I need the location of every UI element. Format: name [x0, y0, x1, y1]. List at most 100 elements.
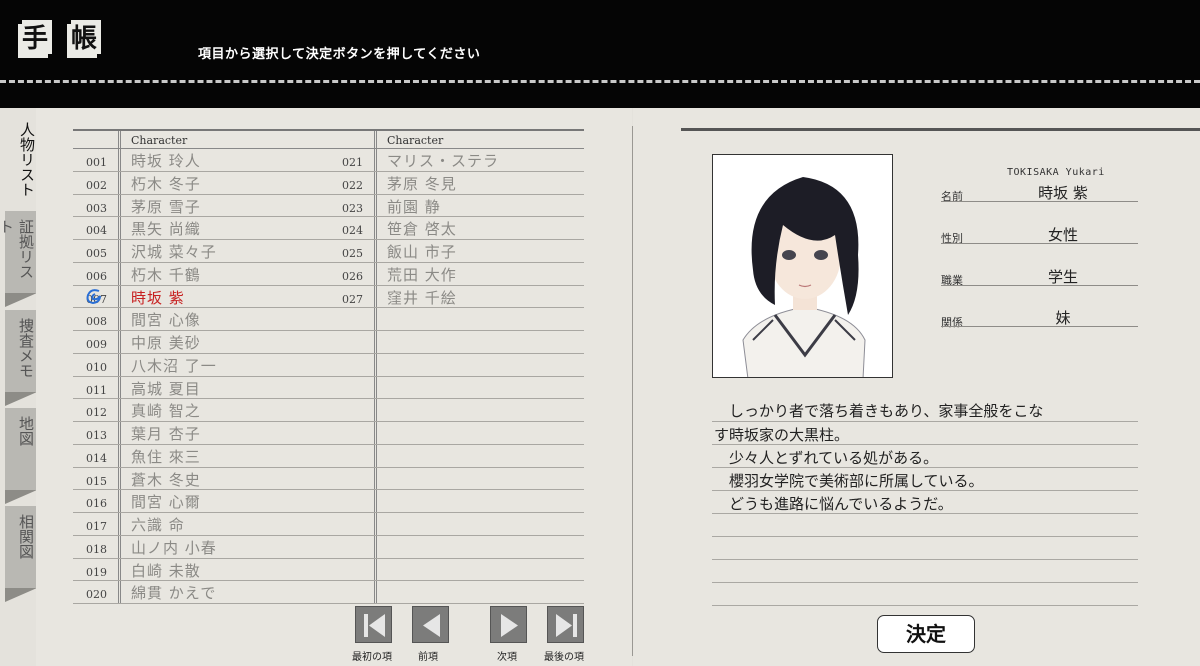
- description-rule: [712, 536, 1138, 537]
- tab-character-list[interactable]: 人物リスト: [5, 114, 37, 210]
- tab-evidence-list[interactable]: 証拠リスト: [0, 211, 37, 307]
- character-name: 蒼木 冬史: [131, 470, 201, 489]
- character-table-left: Character 001 時坂 玲人 002 朽木 冬子 003 茅原 雪子 004 黒矢 …: [73, 129, 329, 604]
- table-row[interactable]: 005 沢城 菜々子: [73, 240, 329, 263]
- row-number: 012: [86, 406, 107, 420]
- character-name: マリス・ステラ: [387, 152, 500, 170]
- row-number: 009: [86, 338, 107, 351]
- table-row: [329, 354, 584, 377]
- last-page-button[interactable]: [547, 606, 584, 643]
- next-page-button[interactable]: [490, 606, 527, 643]
- table-row[interactable]: 024 笹倉 啓太: [329, 217, 584, 240]
- row-number: 005: [86, 247, 107, 260]
- table-row[interactable]: 002 朽木 冬子: [73, 172, 329, 195]
- next-page-label: 次項: [497, 652, 517, 663]
- decide-button[interactable]: 決定: [877, 615, 975, 653]
- table-row[interactable]: 012 真崎 智之: [73, 399, 329, 422]
- table-row[interactable]: 026 荒田 大作: [329, 263, 584, 286]
- table-row: [329, 399, 584, 422]
- table-row[interactable]: 016 間宮 心爾: [73, 490, 329, 513]
- gender-value: 女性: [1047, 226, 1078, 244]
- tab-investigation-memo[interactable]: 捜査メモ: [5, 310, 37, 406]
- table-row: [329, 468, 584, 491]
- description-line: どうも進路に悩んでいるようだ。: [714, 495, 953, 513]
- table-row: [329, 536, 584, 559]
- row-number: 011: [86, 383, 107, 397]
- table-row[interactable]: 025 飯山 市子: [329, 240, 584, 263]
- table-row[interactable]: 007 時坂 紫: [73, 286, 329, 309]
- table-row[interactable]: 001 時坂 玲人: [73, 149, 329, 172]
- column-header-label: Character: [131, 134, 188, 147]
- table-row[interactable]: 015 蒼木 冬史: [73, 468, 329, 491]
- row-number: 023: [342, 201, 363, 215]
- table-row: [329, 513, 584, 536]
- previous-page-icon: [423, 614, 440, 637]
- table-row[interactable]: 004 黒矢 尚織: [73, 217, 329, 240]
- character-name: 間宮 心爾: [131, 493, 201, 512]
- tab-relationship-chart[interactable]: 相関図: [5, 506, 37, 602]
- character-name: 時坂 紫: [131, 288, 185, 307]
- title-char-1: 手: [18, 20, 52, 58]
- table-row[interactable]: 027 窪井 千絵: [329, 286, 584, 309]
- character-name: 荒田 大作: [387, 265, 457, 284]
- character-name: 黒矢 尚織: [131, 220, 201, 239]
- table-row: [329, 331, 584, 354]
- field-underline: [941, 285, 1138, 286]
- table-row[interactable]: 013 葉月 杏子: [73, 422, 329, 445]
- table-row[interactable]: 020 綿貫 かえで: [73, 581, 329, 604]
- character-table-right: Character 021 マリス・ステラ 022 茅原 冬見 023 前園 静 024 笹倉…: [329, 129, 584, 604]
- job-value: 学生: [1047, 268, 1078, 286]
- character-name: 魚住 來三: [131, 447, 201, 466]
- field-underline: [941, 326, 1138, 327]
- description-line: しっかり者で落ち着きもあり、家事全般をこな: [714, 402, 1044, 420]
- table-row[interactable]: 017 六識 命: [73, 513, 329, 536]
- table-row[interactable]: 019 白崎 未散: [73, 559, 329, 582]
- column-header: Character: [329, 131, 584, 149]
- selection-mark-icon: [86, 288, 101, 304]
- row-number: 016: [86, 497, 107, 511]
- row-number: 025: [342, 247, 363, 260]
- previous-page-button[interactable]: [412, 606, 449, 643]
- header-bar: 手 帳 項目から選択して決定ボタンを押してください: [0, 0, 1200, 108]
- left-page: Character 001 時坂 玲人 002 朽木 冬子 003 茅原 雪子 004 黒矢 …: [36, 108, 632, 666]
- romaji-name: TOKISAKA Yukari: [1007, 167, 1105, 178]
- description-rule: [712, 559, 1138, 560]
- tab-map[interactable]: 地図: [5, 408, 37, 504]
- row-number: 006: [86, 269, 107, 283]
- relation-label: 関係: [941, 316, 963, 329]
- character-name: 沢城 菜々子: [131, 243, 217, 261]
- next-page-icon: [501, 614, 518, 637]
- table-row: [329, 377, 584, 400]
- table-row[interactable]: 023 前園 静: [329, 195, 584, 218]
- row-number: 002: [86, 178, 107, 192]
- table-row[interactable]: 009 中原 美砂: [73, 331, 329, 354]
- table-row: [329, 308, 584, 331]
- row-number: 024: [342, 224, 363, 238]
- row-number: 015: [86, 474, 107, 488]
- table-row[interactable]: 008 間宮 心像: [73, 308, 329, 331]
- row-number: 001: [86, 156, 107, 169]
- field-underline: [941, 201, 1138, 202]
- first-page-icon: [364, 614, 385, 637]
- table-row[interactable]: 018 山ノ内 小春: [73, 536, 329, 559]
- table-row[interactable]: 006 朽木 千鶴: [73, 263, 329, 286]
- field-underline: [941, 243, 1138, 244]
- character-name: 山ノ内 小春: [131, 538, 217, 557]
- last-page-icon: [556, 614, 577, 637]
- first-page-button[interactable]: [355, 606, 392, 643]
- character-name: 朽木 冬子: [131, 174, 201, 193]
- table-row[interactable]: 021 マリス・ステラ: [329, 149, 584, 172]
- description-rule: [712, 421, 1138, 422]
- table-row[interactable]: 022 茅原 冬見: [329, 172, 584, 195]
- notebook: 人物リスト 証拠リスト 捜査メモ 地図 相関図 Character 001 時坂 …: [0, 108, 1200, 666]
- table-row[interactable]: 014 魚住 來三: [73, 445, 329, 468]
- character-name: 綿貫 かえで: [131, 584, 217, 603]
- character-name: 窪井 千絵: [387, 288, 457, 307]
- row-number: 003: [86, 201, 107, 215]
- table-row[interactable]: 003 茅原 雪子: [73, 195, 329, 218]
- table-row[interactable]: 010 八木沼 了一: [73, 354, 329, 377]
- table-row[interactable]: 011 高城 夏目: [73, 377, 329, 400]
- character-name: 飯山 市子: [387, 243, 457, 261]
- description-rule: [712, 582, 1138, 583]
- character-name: 前園 静: [387, 197, 441, 216]
